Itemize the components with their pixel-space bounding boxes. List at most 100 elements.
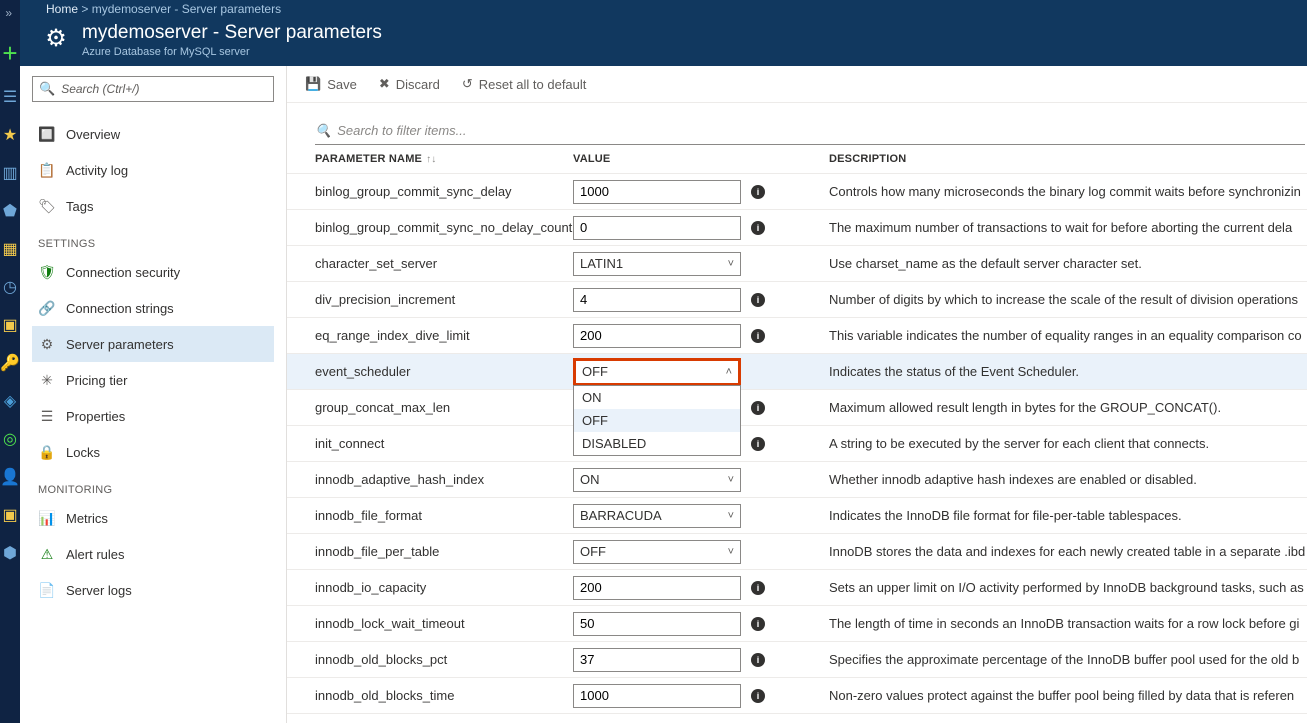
param-row-group_concat_max_len: group_concat_max_len i Maximum allowed res… [287, 390, 1307, 426]
sidebar-item-alert-rules[interactable]: ⚠Alert rules [32, 536, 274, 572]
info-icon[interactable]: i [751, 617, 765, 631]
sort-icon[interactable]: ↑↓ [426, 154, 436, 165]
col-value[interactable]: VALUE [573, 153, 829, 165]
sidebar-item-connection-strings[interactable]: 🔗Connection strings [32, 290, 274, 326]
param-text-input[interactable] [573, 180, 741, 204]
param-row-character_set_server: character_set_serverLATIN1˅Use charset_n… [287, 246, 1307, 282]
param-text-input[interactable] [573, 684, 741, 708]
create-resource-icon[interactable]: + [2, 38, 17, 69]
parameters-panel: 💾 Save ✖ Discard ↺ Reset all to default … [287, 66, 1307, 723]
dashboard-icon[interactable]: ▥ [0, 163, 20, 183]
param-row-innodb_old_blocks_time: innodb_old_blocks_timeiNon-zero values p… [287, 678, 1307, 714]
sidebar-item-tags[interactable]: 🏷Tags [32, 188, 274, 224]
chevron-down-icon: ˅ [728, 258, 734, 270]
sidebar-item-label: Server logs [66, 583, 132, 598]
sidebar-item-server-logs[interactable]: 📄Server logs [32, 572, 274, 608]
settings-group-label: SETTINGS [38, 238, 274, 250]
info-icon[interactable]: i [751, 581, 765, 595]
select-value: ON [580, 472, 600, 487]
param-row-innodb_adaptive_hash_index: innodb_adaptive_hash_indexON˅Whether inn… [287, 462, 1307, 498]
sidebar-item-properties[interactable]: ☰Properties [32, 398, 274, 434]
sidebar-item-metrics[interactable]: 📊Metrics [32, 500, 274, 536]
info-icon[interactable]: i [751, 185, 765, 199]
person-icon[interactable]: 👤 [0, 467, 20, 487]
param-name: event_scheduler [315, 364, 573, 379]
shield-icon[interactable]: ⬢ [0, 543, 20, 563]
diamond-icon[interactable]: ◈ [0, 391, 20, 411]
param-select[interactable]: BARRACUDA˅ [573, 504, 741, 528]
param-name: innodb_lock_wait_timeout [315, 616, 573, 631]
sidebar-item-pricing-tier[interactable]: ✳Pricing tier [32, 362, 274, 398]
sidebar-item-label: Connection security [66, 265, 180, 280]
resource-sidebar: 🔍 Search (Ctrl+/) 🔲Overview📋Activity log… [20, 66, 287, 723]
clock-icon[interactable]: ◷ [0, 277, 20, 297]
param-select[interactable]: ON˅ [573, 468, 741, 492]
discard-button[interactable]: ✖ Discard [379, 76, 440, 92]
info-icon[interactable]: i [751, 401, 765, 415]
save-button[interactable]: 💾 Save [305, 76, 357, 92]
dropdown-option-on[interactable]: ON [574, 386, 740, 409]
param-text-input[interactable] [573, 576, 741, 600]
sidebar-item-connection-security[interactable]: 🛡 Connection security [32, 254, 274, 290]
collapse-rail-icon[interactable]: » [5, 4, 20, 20]
key-icon[interactable]: 🔑 [0, 353, 20, 373]
info-icon[interactable]: i [751, 689, 765, 703]
param-name: innodb_file_per_table [315, 544, 573, 559]
param-row-event_scheduler: event_schedulerOFF˄ONOFFDISABLEDIndicate… [287, 354, 1307, 390]
db-icon[interactable]: ▣ [0, 505, 20, 525]
param-description: Maximum allowed result length in bytes f… [829, 400, 1305, 415]
param-name: innodb_old_blocks_time [315, 688, 573, 703]
param-select[interactable]: OFF˅ [573, 540, 741, 564]
param-value-cell: BARRACUDA˅ [573, 504, 829, 528]
param-name: group_concat_max_len [315, 400, 573, 415]
param-value-cell: i [573, 180, 829, 204]
info-icon[interactable]: i [751, 653, 765, 667]
param-text-input[interactable] [573, 648, 741, 672]
param-select[interactable]: LATIN1˅ [573, 252, 741, 276]
info-icon[interactable]: i [751, 293, 765, 307]
param-name: innodb_old_blocks_pct [315, 652, 573, 667]
reset-icon: ↺ [462, 76, 473, 92]
param-name: character_set_server [315, 256, 573, 271]
param-text-input[interactable] [573, 216, 741, 240]
param-description: Indicates the status of the Event Schedu… [829, 364, 1305, 379]
sidebar-item-locks[interactable]: 🔒Locks [32, 434, 274, 470]
grid-icon[interactable]: ▦ [0, 239, 20, 259]
param-description: The maximum number of transactions to wa… [829, 220, 1305, 235]
favorites-star-icon[interactable]: ★ [0, 125, 20, 145]
param-description: This variable indicates the number of eq… [829, 328, 1305, 343]
sidebar-search[interactable]: 🔍 Search (Ctrl+/) [32, 76, 274, 102]
param-name: div_precision_increment [315, 292, 573, 307]
col-parameter-name[interactable]: PARAMETER NAME [315, 153, 422, 165]
param-text-input[interactable] [573, 612, 741, 636]
info-icon[interactable]: i [751, 437, 765, 451]
connection-security-icon: 🛡 [38, 264, 56, 281]
cube-icon[interactable]: ⬟ [0, 201, 20, 221]
info-icon[interactable]: i [751, 221, 765, 235]
info-icon[interactable]: i [751, 329, 765, 343]
dropdown-option-off[interactable]: OFF [574, 409, 740, 432]
circle-icon[interactable]: ◎ [0, 429, 20, 449]
filter-input[interactable]: 🔍 Search to filter items... [315, 117, 1305, 145]
param-text-input[interactable] [573, 324, 741, 348]
locks-icon: 🔒 [38, 444, 56, 461]
gear-icon: ⚙ [40, 22, 72, 54]
param-description: Controls how many microseconds the binar… [829, 184, 1305, 199]
reset-button[interactable]: ↺ Reset all to default [462, 76, 587, 92]
save-icon: 💾 [305, 76, 321, 92]
param-select[interactable]: OFF˄ [573, 358, 741, 386]
breadcrumb-home[interactable]: Home [46, 2, 78, 16]
param-row-init_connect: init_connectiA string to be executed by … [287, 426, 1307, 462]
sidebar-item-server-parameters[interactable]: ⚙Server parameters [32, 326, 274, 362]
sql-icon[interactable]: ▣ [0, 315, 20, 335]
param-text-input[interactable] [573, 288, 741, 312]
param-row-binlog_group_commit_sync_delay: binlog_group_commit_sync_delayiControls … [287, 174, 1307, 210]
sidebar-item-overview[interactable]: 🔲Overview [32, 116, 274, 152]
server-parameters-icon: ⚙ [38, 336, 56, 353]
col-description[interactable]: DESCRIPTION [829, 153, 1305, 165]
sidebar-item-activity-log[interactable]: 📋Activity log [32, 152, 274, 188]
chevron-up-icon: ˄ [726, 366, 732, 378]
list-icon[interactable]: ☰ [0, 87, 20, 107]
breadcrumb: Home > mydemoserver - Server parameters [20, 0, 1307, 18]
dropdown-option-disabled[interactable]: DISABLED [574, 432, 740, 455]
